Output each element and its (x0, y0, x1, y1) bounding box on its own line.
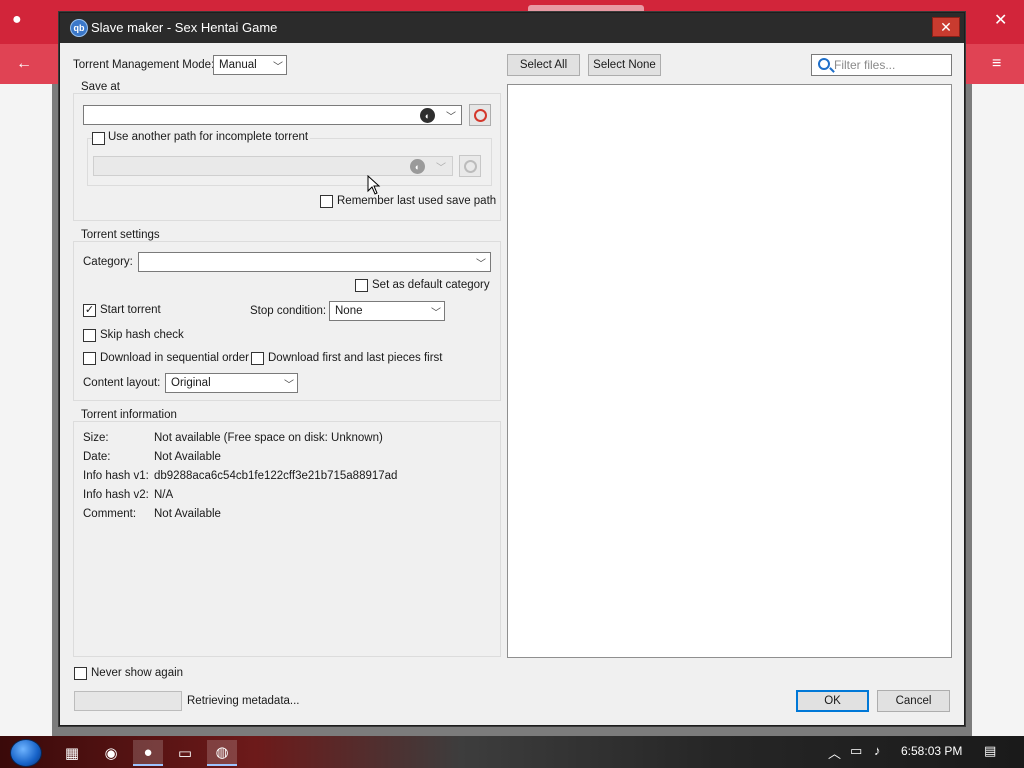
chevron-down-icon: ﹀ (476, 258, 486, 270)
task-view-icon[interactable]: ▦ (57, 740, 87, 766)
sequential-order-checkbox[interactable] (83, 352, 96, 365)
clock[interactable]: 6:58:03 PM (901, 744, 962, 758)
category-label: Category: (83, 256, 133, 268)
save-path-combo[interactable]: ◐ ﹀ (83, 105, 462, 125)
torrent-settings-label: Torrent settings (79, 229, 162, 241)
filter-files-box (811, 54, 952, 76)
incomplete-path-checkbox[interactable] (92, 132, 105, 145)
globe-icon: ◐ (410, 159, 425, 174)
info-size-value: Not available (Free space on disk: Unkno… (154, 432, 383, 444)
torrent-info-label: Torrent information (79, 409, 179, 421)
remember-save-path-label: Remember last used save path (337, 195, 497, 207)
remember-save-path-checkbox[interactable] (320, 195, 333, 208)
cancel-button[interactable]: Cancel (877, 690, 950, 712)
info-date-value: Not Available (154, 451, 221, 463)
info-date-label: Date: (83, 451, 111, 463)
select-none-button[interactable]: Select None (588, 54, 661, 76)
management-mode-label: Torrent Management Mode: (73, 59, 215, 71)
chrome-icon[interactable]: ◉ (96, 740, 126, 766)
metadata-progress-bar (74, 691, 182, 711)
sequential-order-label: Download in sequential order (100, 352, 249, 364)
info-hash-v1-value: db9288aca6c54cb1fe122cff3e21b715a88917ad (154, 470, 398, 482)
browser-page-left (0, 84, 52, 736)
select-all-button[interactable]: Select All (507, 54, 580, 76)
category-combo[interactable]: ﹀ (138, 252, 491, 272)
add-torrent-dialog: qb Slave maker - Sex Hentai Game ✕ Torre… (59, 12, 965, 726)
stop-condition-label: Stop condition: (250, 305, 327, 317)
volume-icon[interactable]: ♪ (874, 743, 881, 758)
start-torrent-checkbox[interactable]: ✓ (83, 304, 96, 317)
never-show-again-checkbox[interactable] (74, 667, 87, 680)
chevron-down-icon: ﹀ (284, 379, 294, 391)
default-category-label: Set as default category (372, 279, 490, 291)
chevron-down-icon: ﹀ (446, 111, 456, 123)
info-comment-label: Comment: (83, 508, 137, 520)
management-mode-select[interactable]: Manual ﹀ (213, 55, 287, 75)
filter-files-input[interactable] (834, 57, 948, 73)
browser-close-icon[interactable]: ✕ (994, 13, 1007, 29)
start-torrent-label: Start torrent (100, 304, 161, 316)
file-list[interactable] (507, 84, 952, 658)
dialog-title: Slave maker - Sex Hentai Game (91, 20, 278, 35)
browse-save-path-button[interactable] (469, 104, 491, 126)
default-category-checkbox[interactable] (355, 279, 368, 292)
stop-condition-select[interactable]: None ﹀ (329, 301, 445, 321)
windows-start-icon[interactable] (10, 739, 42, 767)
title-bar: qb Slave maker - Sex Hentai Game ✕ (60, 13, 964, 43)
never-show-again-label: Never show again (91, 667, 184, 679)
incomplete-path-combo[interactable]: ◐ ﹀ (93, 156, 453, 176)
menu-icon[interactable]: ≡ (992, 56, 1001, 72)
info-hash-v2-label: Info hash v2: (83, 489, 149, 501)
browser-page-right (972, 84, 1024, 736)
globe-icon: ◐ (420, 108, 435, 123)
chevron-down-icon: ﹀ (436, 162, 446, 174)
back-arrow-icon[interactable]: ← (16, 56, 32, 72)
qbittorrent-taskbar-icon[interactable]: ◍ (207, 740, 237, 766)
close-button[interactable]: ✕ (932, 17, 960, 37)
chevron-up-icon[interactable]: ︿ (828, 743, 841, 762)
firefox-taskbar-icon[interactable]: ● (133, 740, 163, 766)
info-size-label: Size: (83, 432, 109, 444)
file-explorer-icon[interactable]: ▭ (170, 740, 200, 766)
qbittorrent-icon: qb (70, 19, 88, 37)
status-text: Retrieving metadata... (187, 695, 300, 707)
info-hash-v1-label: Info hash v1: (83, 470, 149, 482)
first-last-pieces-label: Download first and last pieces first (268, 352, 443, 364)
incomplete-path-label: Use another path for incomplete torrent (106, 131, 311, 143)
notifications-icon[interactable]: ▤ (984, 743, 996, 759)
content-layout-select[interactable]: Original ﹀ (165, 373, 298, 393)
info-comment-value: Not Available (154, 508, 221, 520)
search-icon (818, 58, 830, 70)
skip-hash-check-label: Skip hash check (100, 329, 184, 341)
skip-hash-check-checkbox[interactable] (83, 329, 96, 342)
browse-icon (473, 108, 487, 122)
save-at-label: Save at (79, 81, 122, 93)
browse-icon (463, 159, 477, 173)
browse-incomplete-path-button[interactable] (459, 155, 481, 177)
firefox-icon: ● (12, 11, 22, 28)
mouse-cursor-icon (367, 175, 381, 195)
torrent-info-group (73, 421, 501, 657)
ok-button[interactable]: OK (796, 690, 869, 712)
chevron-down-icon: ﹀ (431, 307, 441, 319)
info-hash-v2-value: N/A (154, 489, 174, 501)
chevron-down-icon: ﹀ (273, 61, 283, 73)
content-layout-label: Content layout: (83, 377, 161, 389)
first-last-pieces-checkbox[interactable] (251, 352, 264, 365)
network-icon[interactable]: ▭ (850, 743, 862, 759)
